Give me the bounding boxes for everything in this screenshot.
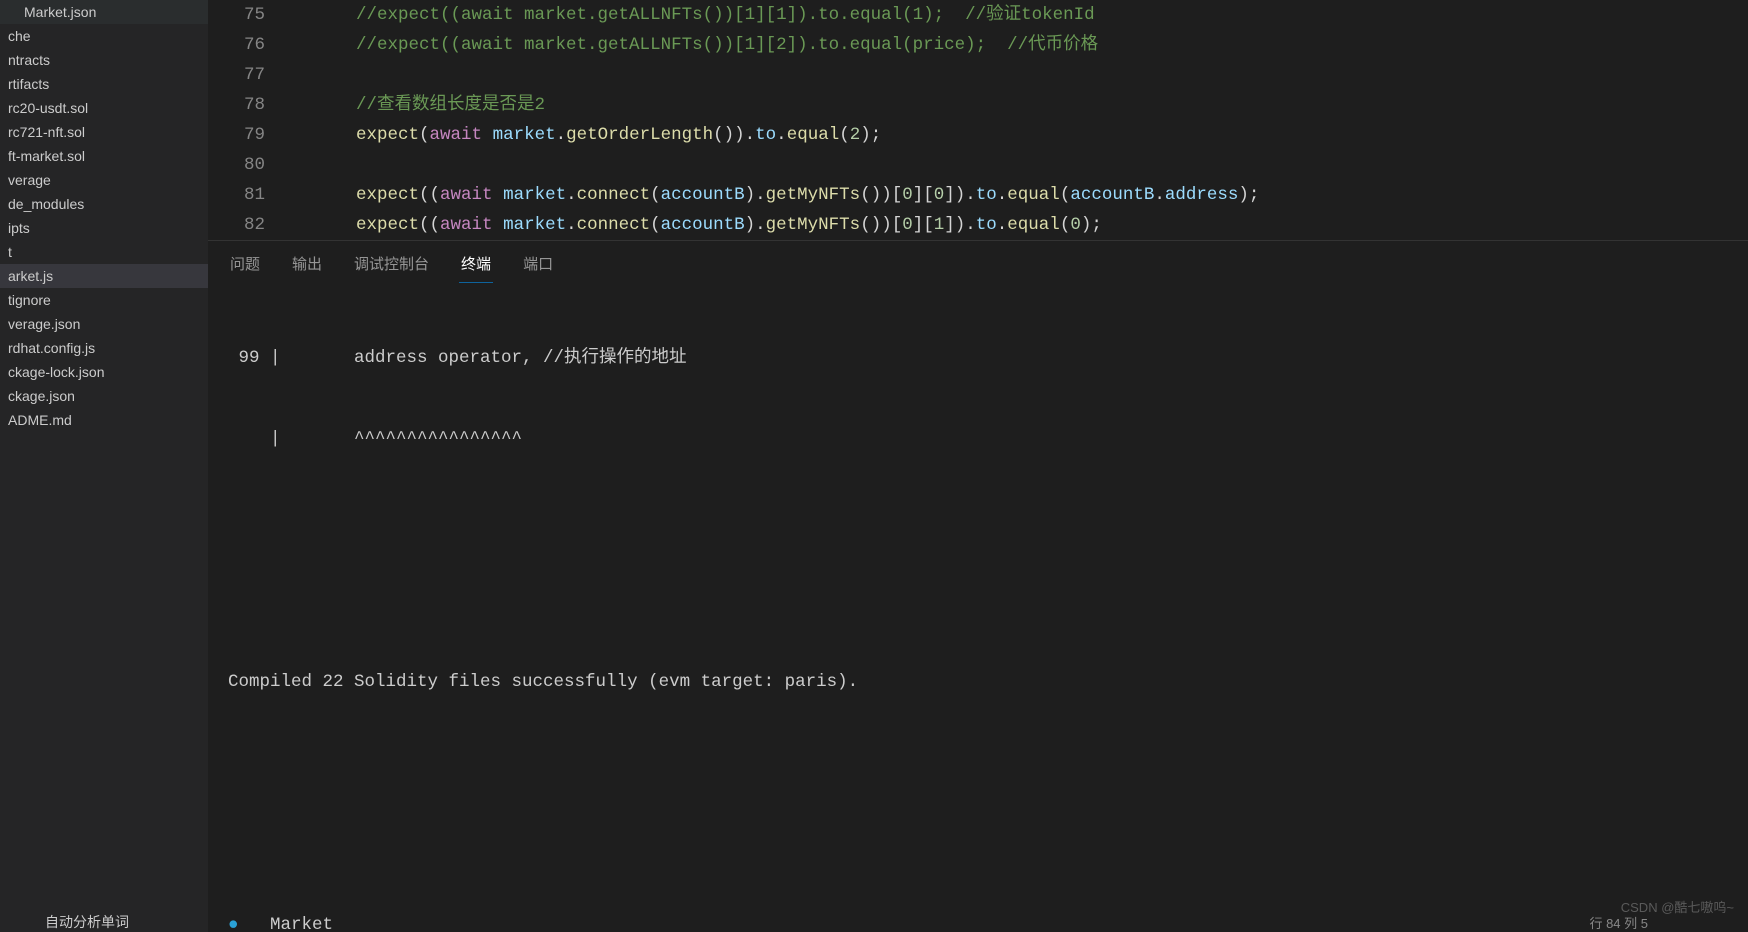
file-tree-item[interactable]: rc721-nft.sol — [0, 120, 208, 144]
panel-tab[interactable]: 端口 — [521, 249, 555, 283]
line-number: 80 — [208, 150, 293, 180]
line-number: 82 — [208, 210, 293, 240]
statusbar-position: 行 84 列 5 — [1589, 913, 1648, 932]
code-line[interactable]: 82 expect((await market.connect(accountB… — [208, 210, 1748, 240]
compile-status: Compiled 22 Solidity files successfully … — [228, 669, 1728, 696]
test-suite-name: ● Market — [228, 912, 1728, 932]
line-content[interactable]: //查看数组长度是否是2 — [293, 90, 1748, 120]
line-content[interactable]: expect((await market.connect(accountB).g… — [293, 210, 1748, 240]
line-content[interactable] — [293, 60, 1748, 90]
terminal-line: 99 | address operator, //执行操作的地址 — [228, 345, 1728, 372]
file-tree-item[interactable]: tignore — [0, 288, 208, 312]
line-content[interactable]: expect(await market.getOrderLength()).to… — [293, 120, 1748, 150]
file-tree-item[interactable]: arket.js — [0, 264, 208, 288]
main-area: 75 //expect((await market.getALLNFTs())[… — [208, 0, 1748, 932]
file-tree-item[interactable]: de_modules — [0, 192, 208, 216]
panel-tab[interactable]: 调试控制台 — [352, 249, 431, 283]
line-number: 78 — [208, 90, 293, 120]
file-tree-item[interactable]: rc20-usdt.sol — [0, 96, 208, 120]
terminal-blank — [228, 750, 1728, 777]
code-line[interactable]: 75 //expect((await market.getALLNFTs())[… — [208, 0, 1748, 30]
file-explorer-sidebar[interactable]: Market.jsonchentractsrtifactsrc20-usdt.s… — [0, 0, 208, 932]
code-line[interactable]: 78 //查看数组长度是否是2 — [208, 90, 1748, 120]
file-tree-item[interactable]: rtifacts — [0, 72, 208, 96]
line-number: 79 — [208, 120, 293, 150]
file-tree-item[interactable]: ntracts — [0, 48, 208, 72]
line-number: 81 — [208, 180, 293, 210]
bottom-panel: 问题输出调试控制台终端端口 99 | address operator, //执… — [208, 240, 1748, 932]
code-line[interactable]: 77 — [208, 60, 1748, 90]
code-line[interactable]: 76 //expect((await market.getALLNFTs())[… — [208, 30, 1748, 60]
line-content[interactable]: expect((await market.connect(accountB).g… — [293, 180, 1748, 210]
file-tree-item[interactable]: ckage-lock.json — [0, 360, 208, 384]
line-content[interactable] — [293, 150, 1748, 180]
statusbar-left: 自动分析单词 — [45, 912, 129, 932]
panel-tab[interactable]: 终端 — [459, 249, 493, 283]
file-tree-item[interactable]: ADME.md — [0, 408, 208, 432]
terminal-blank — [228, 507, 1728, 534]
code-line[interactable]: 81 expect((await market.connect(accountB… — [208, 180, 1748, 210]
file-tree-item[interactable]: Market.json — [0, 0, 208, 24]
line-number: 76 — [208, 30, 293, 60]
file-tree-item[interactable]: ckage.json — [0, 384, 208, 408]
code-line[interactable]: 79 expect(await market.getOrderLength())… — [208, 120, 1748, 150]
terminal-blank — [228, 588, 1728, 615]
line-content[interactable]: //expect((await market.getALLNFTs())[1][… — [293, 30, 1748, 60]
terminal-line: | ^^^^^^^^^^^^^^^^ — [228, 426, 1728, 453]
line-content[interactable]: //expect((await market.getALLNFTs())[1][… — [293, 0, 1748, 30]
panel-tabs: 问题输出调试控制台终端端口 — [208, 241, 1748, 283]
terminal-blank — [228, 831, 1728, 858]
code-editor[interactable]: 75 //expect((await market.getALLNFTs())[… — [208, 0, 1748, 240]
file-tree-item[interactable]: t — [0, 240, 208, 264]
terminal-output[interactable]: 99 | address operator, //执行操作的地址 | ^^^^^… — [208, 283, 1748, 932]
file-tree-item[interactable]: rdhat.config.js — [0, 336, 208, 360]
panel-tab[interactable]: 问题 — [228, 249, 262, 283]
panel-tab[interactable]: 输出 — [290, 249, 324, 283]
line-number: 77 — [208, 60, 293, 90]
line-number: 75 — [208, 0, 293, 30]
file-tree-item[interactable]: ft-market.sol — [0, 144, 208, 168]
file-tree-item[interactable]: verage — [0, 168, 208, 192]
file-tree-item[interactable]: che — [0, 24, 208, 48]
code-line[interactable]: 80 — [208, 150, 1748, 180]
file-tree-item[interactable]: ipts — [0, 216, 208, 240]
file-tree-item[interactable]: verage.json — [0, 312, 208, 336]
